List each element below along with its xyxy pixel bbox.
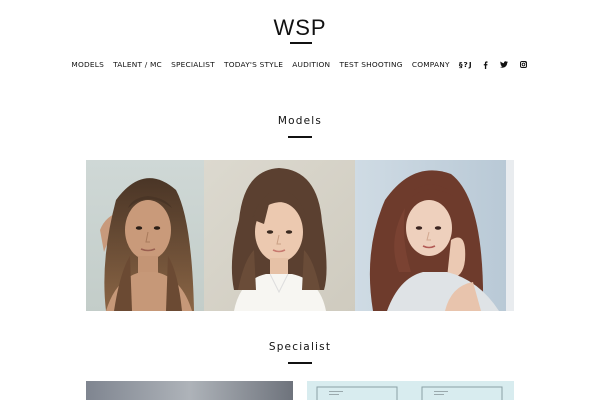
nav-item-company[interactable]: COMPANY	[407, 60, 454, 69]
model-photo-1[interactable]	[86, 160, 204, 311]
site-logo[interactable]: WSP	[0, 15, 600, 41]
logo-underline	[290, 42, 312, 44]
model-photo-3[interactable]	[355, 160, 506, 311]
gallery-next-sliver	[506, 160, 514, 311]
nav-item-models[interactable]: MODELS	[67, 60, 109, 69]
nav-item-audition[interactable]: AUDITION	[288, 60, 335, 69]
nav-item-test-shooting[interactable]: TEST SHOOTING	[335, 60, 407, 69]
main-nav: MODELS TALENT / MC SPECIALIST TODAY'S ST…	[0, 60, 600, 69]
models-section-title: Models	[277, 115, 323, 127]
specialist-card-1[interactable]	[86, 381, 293, 400]
models-gallery	[86, 160, 514, 311]
models-title-underline	[288, 136, 312, 138]
nav-item-specialist[interactable]: SPECIALIST	[167, 60, 220, 69]
nav-item-extra[interactable]: §?J	[454, 60, 477, 69]
instagram-icon[interactable]	[514, 61, 533, 68]
specialist-title-underline	[288, 362, 312, 364]
twitter-icon[interactable]	[494, 61, 514, 68]
facebook-icon[interactable]	[477, 60, 494, 69]
nav-item-talent-mc[interactable]: TALENT / MC	[109, 60, 167, 69]
specialist-card-2[interactable]	[307, 381, 514, 400]
model-photo-2[interactable]	[204, 160, 355, 311]
specialist-gallery	[86, 381, 514, 400]
specialist-section-title: Specialist	[268, 341, 332, 353]
nav-item-todays-style[interactable]: TODAY'S STYLE	[219, 60, 287, 69]
